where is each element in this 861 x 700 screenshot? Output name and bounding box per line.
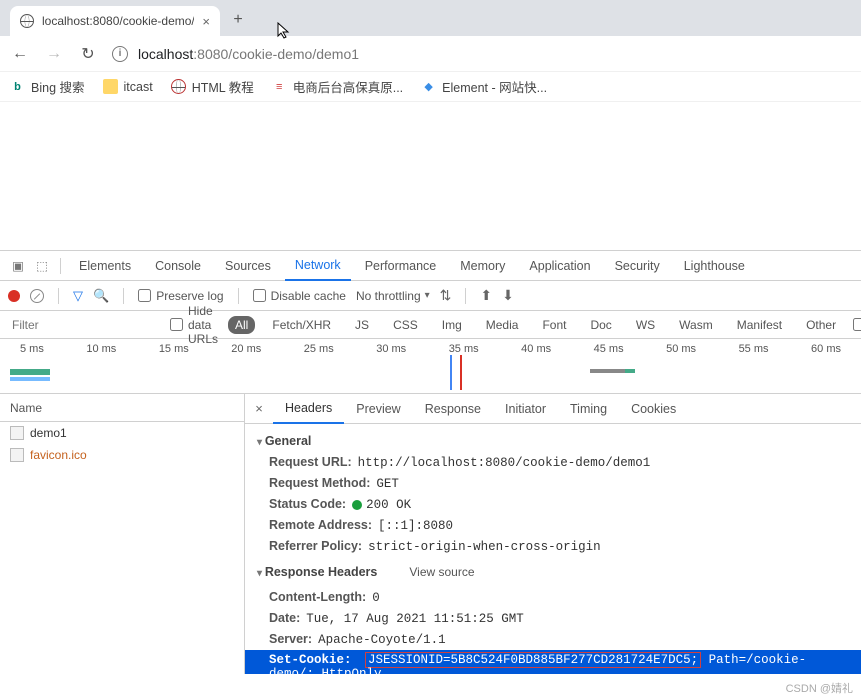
tab-performance[interactable]: Performance [355,251,447,281]
file-icon [10,448,24,462]
devtools: ▣ ⬚ Elements Console Sources Network Per… [0,250,861,674]
jsessionid-highlight: JSESSIONID=5B8C524F0BD885BF277CD281724E7… [365,652,701,668]
cursor-icon [277,22,291,40]
folder-icon [103,79,118,94]
browser-toolbar: ← → ↻ i localhost:8080/cookie-demo/demo1 [0,36,861,72]
detail-tabs: × Headers Preview Response Initiator Tim… [245,394,861,424]
detail-tab-headers[interactable]: Headers [273,394,344,424]
detail-tab-response[interactable]: Response [413,394,493,424]
network-controls: ▽ 🔍 Preserve log Disable cache No thrott… [0,281,861,311]
forward-button[interactable]: → [44,45,64,63]
close-detail-button[interactable]: × [245,401,273,416]
type-ws[interactable]: WS [629,316,662,334]
network-filter-bar: Hide data URLs All Fetch/XHR JS CSS Img … [0,311,861,339]
bookmark-itcast[interactable]: itcast [103,79,153,94]
inspect-icon[interactable]: ▣ [8,258,28,273]
status-dot-icon [352,500,362,510]
export-icon[interactable]: ⬇ [502,287,514,304]
type-font[interactable]: Font [535,316,573,334]
network-conditions-icon[interactable]: ⇅ [440,287,452,304]
browser-tab[interactable]: localhost:8080/cookie-demo/d × [10,6,220,36]
network-timeline[interactable]: 5 ms10 ms15 ms20 ms25 ms30 ms35 ms40 ms4… [0,339,861,394]
tab-sources[interactable]: Sources [215,251,281,281]
type-media[interactable]: Media [479,316,526,334]
request-list: Name demo1 favicon.ico [0,394,245,674]
address-bar[interactable]: i localhost:8080/cookie-demo/demo1 [112,46,851,62]
tab-lighthouse[interactable]: Lighthouse [674,251,755,281]
bookmark-bing[interactable]: bBing 搜索 [10,77,85,96]
reload-button[interactable]: ↻ [78,44,98,64]
bookmark-element[interactable]: ◆Element - 网站快... [421,77,547,96]
site-info-icon[interactable]: i [112,46,128,62]
type-js[interactable]: JS [348,316,376,334]
detail-tab-preview[interactable]: Preview [344,394,412,424]
response-headers-section[interactable]: Response Headers [257,561,389,583]
new-tab-button[interactable]: + [224,6,252,34]
tab-elements[interactable]: Elements [69,251,141,281]
type-img[interactable]: Img [435,316,469,334]
view-source-link[interactable]: View source [409,565,474,579]
address-text: localhost:8080/cookie-demo/demo1 [138,46,359,62]
page-content [0,102,861,250]
file-icon [10,426,24,440]
clear-button[interactable] [30,289,44,303]
detail-tab-timing[interactable]: Timing [558,394,619,424]
bing-icon: b [10,79,25,94]
tab-security[interactable]: Security [605,251,670,281]
throttling-dropdown[interactable]: No throttling [356,289,430,303]
back-button[interactable]: ← [10,45,30,63]
globe-icon [20,14,34,28]
type-manifest[interactable]: Manifest [730,316,789,334]
detail-tab-initiator[interactable]: Initiator [493,394,558,424]
disable-cache-checkbox[interactable]: Disable cache [253,289,346,303]
close-icon[interactable]: × [202,14,210,29]
bookmark-ecommerce[interactable]: ≡电商后台高保真原... [272,77,403,96]
type-other[interactable]: Other [799,316,843,334]
tab-title: localhost:8080/cookie-demo/d [42,14,194,28]
tab-memory[interactable]: Memory [450,251,515,281]
device-icon[interactable]: ⬚ [32,258,52,273]
request-list-header[interactable]: Name [0,394,244,422]
filter-icon[interactable]: ▽ [73,288,83,304]
detail-body[interactable]: General Request URL:http://localhost:808… [245,424,861,674]
search-icon[interactable]: 🔍 [93,288,109,304]
set-cookie-row[interactable]: Set-Cookie: JSESSIONID=5B8C524F0BD885BF2… [245,650,861,674]
watermark: CSDN @婧礼 [786,680,853,696]
general-section[interactable]: General [245,430,861,452]
tab-console[interactable]: Console [145,251,211,281]
type-all[interactable]: All [228,316,255,334]
globe-icon [171,79,186,94]
tab-strip: localhost:8080/cookie-demo/d × + [0,0,861,36]
request-row[interactable]: demo1 [0,422,244,444]
filter-input[interactable] [10,317,160,333]
type-wasm[interactable]: Wasm [672,316,720,334]
tab-application[interactable]: Application [519,251,600,281]
devtools-tabs: ▣ ⬚ Elements Console Sources Network Per… [0,251,861,281]
preserve-log-checkbox[interactable]: Preserve log [138,289,223,303]
detail-tab-cookies[interactable]: Cookies [619,394,688,424]
request-detail: × Headers Preview Response Initiator Tim… [245,394,861,674]
element-icon: ◆ [421,79,436,94]
request-row[interactable]: favicon.ico [0,444,244,466]
record-button[interactable] [8,290,20,302]
type-doc[interactable]: Doc [583,316,618,334]
axure-icon: ≡ [272,79,287,94]
tab-network[interactable]: Network [285,251,351,281]
bookmarks-bar: bBing 搜索 itcast HTML 教程 ≡电商后台高保真原... ◆El… [0,72,861,102]
type-css[interactable]: CSS [386,316,425,334]
type-fetch[interactable]: Fetch/XHR [265,316,338,334]
import-icon[interactable]: ⬆ [480,287,492,304]
bookmark-html[interactable]: HTML 教程 [171,77,254,96]
